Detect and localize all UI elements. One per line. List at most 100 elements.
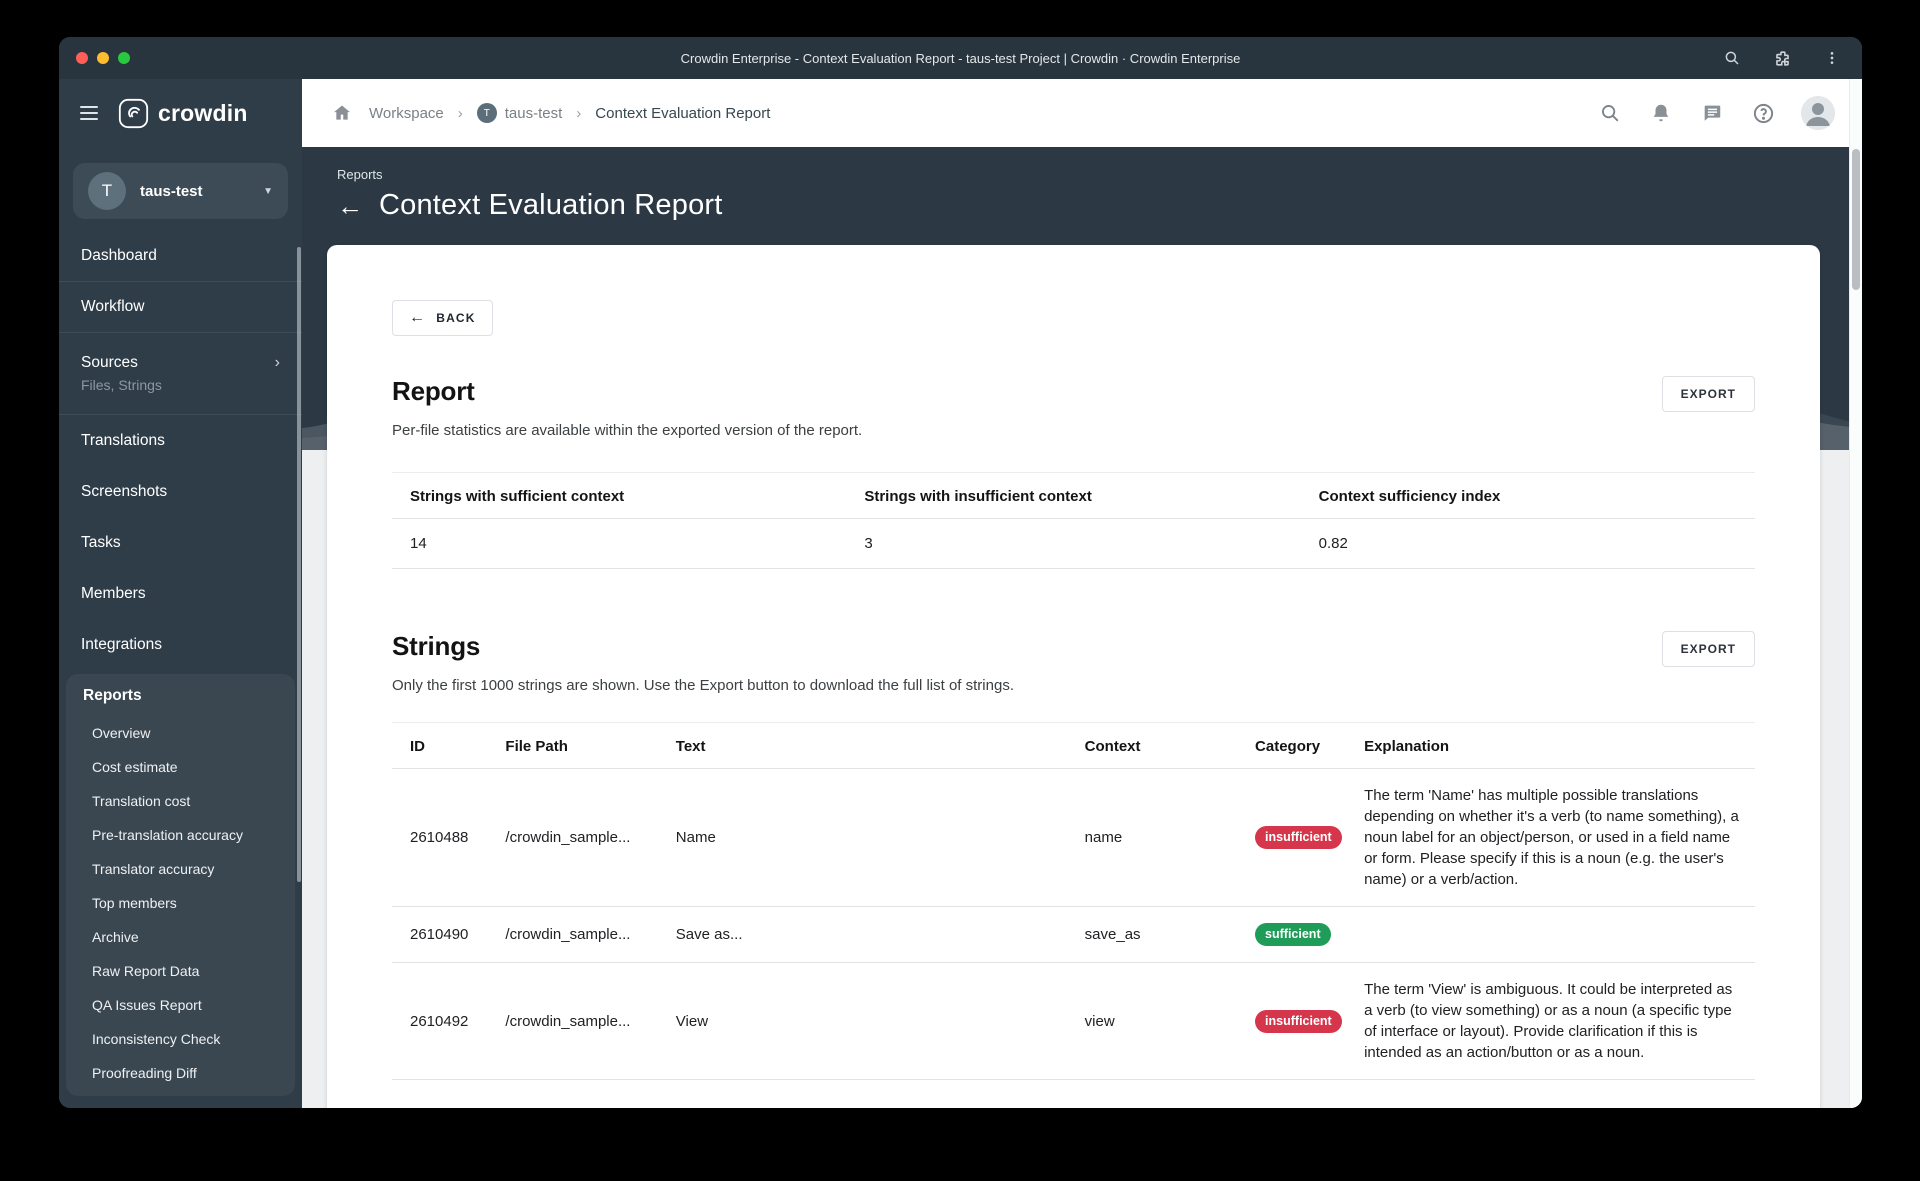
page-scrollbar-thumb[interactable] <box>1852 149 1860 290</box>
extensions-icon[interactable] <box>1769 45 1795 71</box>
sidebar-subitem-label: Overview <box>92 725 151 741</box>
cell-context: view <box>1066 962 1238 1080</box>
close-button[interactable] <box>76 52 88 64</box>
window-titlebar: Crowdin Enterprise - Context Evaluation … <box>59 37 1862 79</box>
project-avatar: T <box>88 172 126 210</box>
report-section-subtitle: Per-file statistics are available within… <box>392 422 863 439</box>
sidebar-subitem-label: Pre-translation accuracy <box>92 827 243 843</box>
project-selector[interactable]: T taus-test ▼ <box>73 163 288 219</box>
report-export-button[interactable]: EXPORT <box>1661 376 1755 412</box>
sidebar-item-integrations[interactable]: Integrations <box>59 619 302 670</box>
sidebar-item-label: Workflow <box>81 298 145 315</box>
column-header-file-path: File Path <box>487 722 658 769</box>
report-stats-table: Strings with sufficient context Strings … <box>392 472 1755 569</box>
sidebar-item-proofreading-diff[interactable]: Proofreading Diff <box>66 1056 295 1090</box>
sidebar-subitem-label: QA Issues Report <box>92 997 202 1013</box>
crowdin-logo-text: crowdin <box>158 99 248 126</box>
notifications-bell-icon[interactable] <box>1648 100 1674 126</box>
column-header-category: Category <box>1237 722 1347 769</box>
app-window: Crowdin Enterprise - Context Evaluation … <box>59 37 1862 1108</box>
chevron-right-icon: › <box>576 104 582 122</box>
sidebar-item-label: Screenshots <box>81 482 168 500</box>
minimize-button[interactable] <box>97 52 109 64</box>
chevron-right-icon: › <box>457 104 463 122</box>
cell-explanation <box>1346 906 1755 963</box>
sidebar-item-members[interactable]: Members <box>59 568 302 619</box>
breadcrumb: Workspace › T taus-test › Context Evalua… <box>302 79 1862 147</box>
cell-id: 2610490 <box>392 906 488 963</box>
sidebar-scrollbar[interactable] <box>297 247 301 882</box>
crowdin-logo-icon <box>118 98 149 128</box>
crowdin-logo[interactable]: crowdin <box>118 98 248 129</box>
sidebar-subitem-label: Raw Report Data <box>92 963 200 979</box>
back-arrow-icon[interactable]: ← <box>337 193 363 219</box>
column-header-explanation: Explanation <box>1346 722 1755 769</box>
category-badge: insufficient <box>1255 1009 1342 1033</box>
sidebar: crowdin T taus-test ▼ Dashboard Workflow… <box>59 79 302 1108</box>
sidebar-item-screenshots[interactable]: Screenshots <box>59 466 302 517</box>
project-name: taus-test <box>140 182 203 200</box>
category-badge: insufficient <box>1255 826 1342 849</box>
browser-search-icon[interactable] <box>1719 45 1745 71</box>
sidebar-item-label: Translations <box>81 431 165 449</box>
page-title: Context Evaluation Report <box>379 189 723 221</box>
breadcrumb-workspace[interactable]: Workspace <box>369 105 444 122</box>
cell-text: Save as... <box>657 906 1067 963</box>
sidebar-item-label: Dashboard <box>81 247 157 264</box>
cell-id: 2610488 <box>392 768 488 907</box>
sidebar-item-reports[interactable]: Reports <box>66 687 295 705</box>
breadcrumb-current: Context Evaluation Report <box>595 104 771 122</box>
chevron-down-icon: ▼ <box>263 185 273 197</box>
home-icon[interactable] <box>329 100 355 126</box>
user-avatar[interactable] <box>1801 96 1835 130</box>
page-scrollbar[interactable] <box>1849 79 1862 1108</box>
cell-text: View <box>657 962 1067 1080</box>
cell-context: save_as <box>1066 906 1238 963</box>
sidebar-item-tasks[interactable]: Tasks <box>59 517 302 568</box>
cell-id: 2610492 <box>392 962 488 1080</box>
sidebar-item-translation-cost[interactable]: Translation cost <box>66 784 295 818</box>
column-header-id: ID <box>392 722 488 769</box>
sidebar-item-inconsistency-check[interactable]: Inconsistency Check <box>66 1022 295 1056</box>
sidebar-item-overview[interactable]: Overview <box>66 716 295 750</box>
table-row: 2610492 /crowdin_sample... View view ins… <box>392 962 1755 1080</box>
strings-table: ID File Path Text Context Category Expla… <box>392 722 1755 1080</box>
sidebar-item-pre-translation-accuracy[interactable]: Pre-translation accuracy <box>66 818 295 852</box>
help-icon[interactable] <box>1750 100 1776 126</box>
stats-row: 14 3 0.82 <box>392 518 1755 569</box>
cell-text: Name <box>657 768 1067 907</box>
hamburger-menu-icon[interactable] <box>80 106 98 120</box>
report-card: ← BACK Report EXPORT Per-file statistics… <box>327 245 1820 1108</box>
stats-header: Strings with insufficient context <box>846 472 1301 519</box>
sidebar-item-cost-estimate[interactable]: Cost estimate <box>66 750 295 784</box>
zoom-button[interactable] <box>118 52 130 64</box>
back-button[interactable]: ← BACK <box>392 300 493 336</box>
window-title: Crowdin Enterprise - Context Evaluation … <box>680 50 1241 66</box>
sidebar-subitem-label: Archive <box>92 929 139 945</box>
strings-section-subtitle: Only the first 1000 strings are shown. U… <box>392 677 1014 694</box>
sidebar-item-archive[interactable]: Archive <box>66 920 295 954</box>
sidebar-item-translator-accuracy[interactable]: Translator accuracy <box>66 852 295 886</box>
sidebar-item-subtitle: Files, Strings <box>81 377 162 393</box>
project-avatar: T <box>476 103 497 123</box>
sidebar-nav: Dashboard Workflow Sources › Files, Strin… <box>59 231 302 1096</box>
sidebar-item-dashboard[interactable]: Dashboard <box>59 231 302 282</box>
search-icon[interactable] <box>1597 100 1623 126</box>
sidebar-item-sources[interactable]: Sources › Files, Strings <box>59 333 302 415</box>
sidebar-item-qa-issues-report[interactable]: QA Issues Report <box>66 988 295 1022</box>
breadcrumb-project-label: taus-test <box>504 104 563 122</box>
sidebar-item-workflow[interactable]: Workflow <box>59 282 302 333</box>
sidebar-subitem-label: Translator accuracy <box>92 861 215 877</box>
stats-header: Strings with sufficient context <box>392 472 847 519</box>
kebab-menu-icon[interactable] <box>1819 45 1845 71</box>
chat-icon[interactable] <box>1699 100 1725 126</box>
sidebar-item-top-members[interactable]: Top members <box>66 886 295 920</box>
sidebar-subitem-label: Proofreading Diff <box>92 1065 197 1081</box>
sidebar-reports-section: Reports Overview Cost estimate Translati… <box>66 674 295 1096</box>
sidebar-subitem-label: Cost estimate <box>92 759 178 775</box>
sidebar-item-raw-report-data[interactable]: Raw Report Data <box>66 954 295 988</box>
sidebar-item-translations[interactable]: Translations <box>59 415 302 466</box>
strings-export-button[interactable]: EXPORT <box>1661 631 1755 667</box>
sidebar-subitem-label: Inconsistency Check <box>92 1031 221 1047</box>
breadcrumb-project[interactable]: T taus-test <box>476 103 563 123</box>
